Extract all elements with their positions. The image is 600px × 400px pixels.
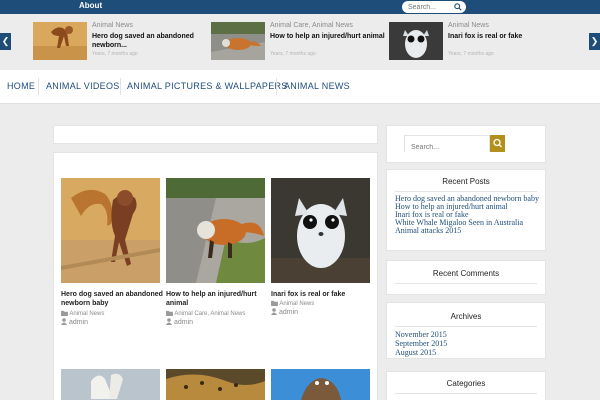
nav-item-animal-videos[interactable]: ANIMAL VIDEOS bbox=[46, 81, 120, 91]
post-author[interactable]: admin bbox=[166, 318, 193, 326]
widget-divider bbox=[395, 393, 537, 394]
ticker-thumbnail[interactable] bbox=[211, 22, 265, 60]
nav-divider bbox=[120, 78, 121, 95]
ticker-prev-button[interactable]: ❮ bbox=[0, 33, 11, 50]
sidebar-search-input[interactable] bbox=[405, 140, 489, 155]
ticker-next-button[interactable]: ❯ bbox=[589, 33, 600, 50]
post-author[interactable]: admin bbox=[271, 308, 298, 316]
post-image[interactable] bbox=[61, 369, 160, 400]
sidebar-search-box[interactable] bbox=[404, 135, 490, 155]
nav-item-animal-pictures[interactable]: ANIMAL PICTURES & WALLPAPERS bbox=[127, 81, 288, 91]
post-author[interactable]: admin bbox=[61, 318, 88, 326]
archive-link[interactable]: September 2015 bbox=[395, 339, 541, 348]
ticker-title[interactable]: How to help an injured/hurt animal bbox=[270, 32, 390, 41]
chevron-left-icon: ❮ bbox=[1, 36, 10, 46]
nav-item-animal-news[interactable]: ANIMAL NEWS bbox=[284, 81, 350, 91]
user-icon bbox=[271, 308, 277, 315]
post-image[interactable] bbox=[166, 178, 265, 283]
widget-divider bbox=[395, 191, 537, 192]
main-top-panel bbox=[53, 125, 378, 144]
archives-title: Archives bbox=[450, 312, 482, 321]
nav-item-home[interactable]: HOME bbox=[7, 81, 35, 91]
recent-posts-list: Hero dog saved an abandoned newborn baby… bbox=[395, 195, 541, 235]
widget-divider bbox=[395, 326, 537, 327]
recent-comments-widget: Recent Comments bbox=[386, 260, 546, 295]
ticker-thumbnail[interactable] bbox=[33, 22, 87, 60]
ticker-category[interactable]: Animal Care, Animal News bbox=[270, 22, 353, 29]
post-image[interactable] bbox=[271, 369, 370, 400]
post-title[interactable]: How to help an injured/hurt animal bbox=[166, 290, 270, 308]
ticker-category[interactable]: Animal News bbox=[448, 22, 489, 29]
post-image[interactable] bbox=[61, 178, 160, 283]
folder-icon bbox=[61, 310, 68, 316]
archives-widget: Archives November 2015 September 2015 Au… bbox=[386, 302, 546, 359]
nav-divider bbox=[38, 78, 39, 95]
recent-posts-widget: Recent Posts Hero dog saved an abandoned… bbox=[386, 169, 546, 251]
post-category[interactable]: Animal News bbox=[271, 300, 314, 307]
post-category[interactable]: Animal Care, Animal News bbox=[166, 310, 245, 317]
user-icon bbox=[61, 318, 67, 325]
post-image[interactable] bbox=[166, 369, 265, 400]
ticker-date: Years, 7 months ago bbox=[92, 51, 138, 57]
archive-link[interactable]: August 2015 bbox=[395, 348, 541, 357]
recent-post-link[interactable]: Animal attacks 2015 bbox=[395, 227, 541, 235]
post-category[interactable]: Animal News bbox=[61, 310, 104, 317]
about-link[interactable]: About bbox=[79, 1, 102, 10]
post-title[interactable]: Inari fox is real or fake bbox=[271, 290, 375, 299]
ticker-title[interactable]: Hero dog saved an abandoned newborn... bbox=[92, 32, 212, 50]
search-icon[interactable] bbox=[454, 3, 462, 11]
user-icon bbox=[166, 318, 172, 325]
archives-list: November 2015 September 2015 August 2015 bbox=[395, 330, 541, 357]
top-search-input[interactable] bbox=[408, 2, 452, 12]
categories-widget: Categories bbox=[386, 371, 546, 400]
top-bar: About bbox=[0, 0, 600, 14]
sidebar-search-widget bbox=[386, 125, 546, 163]
recent-posts-title: Recent Posts bbox=[442, 177, 490, 186]
nav-divider bbox=[276, 78, 277, 95]
post-title[interactable]: Hero dog saved an abandoned newborn baby bbox=[61, 290, 165, 308]
ticker-date: Years, 7 months ago bbox=[270, 51, 316, 57]
post-image[interactable] bbox=[271, 178, 370, 283]
categories-title: Categories bbox=[446, 379, 486, 388]
news-ticker: ❮ Animal News Hero dog saved an abandone… bbox=[0, 14, 600, 70]
archive-link[interactable]: November 2015 bbox=[395, 330, 541, 339]
widget-divider bbox=[395, 283, 537, 284]
recent-comments-title: Recent Comments bbox=[432, 269, 500, 278]
ticker-thumbnail[interactable] bbox=[389, 22, 443, 60]
sidebar-search-button[interactable] bbox=[490, 135, 505, 152]
search-icon bbox=[493, 138, 502, 148]
folder-icon bbox=[271, 300, 278, 306]
chevron-right-icon: ❯ bbox=[590, 36, 599, 46]
ticker-title[interactable]: Inari fox is real or fake bbox=[448, 32, 568, 41]
ticker-category[interactable]: Animal News bbox=[92, 22, 133, 29]
top-search-box[interactable] bbox=[402, 1, 466, 13]
main-nav: HOME ANIMAL VIDEOS ANIMAL PICTURES & WAL… bbox=[0, 70, 600, 104]
folder-icon bbox=[166, 310, 173, 316]
ticker-date: Years, 7 months ago bbox=[448, 51, 494, 57]
